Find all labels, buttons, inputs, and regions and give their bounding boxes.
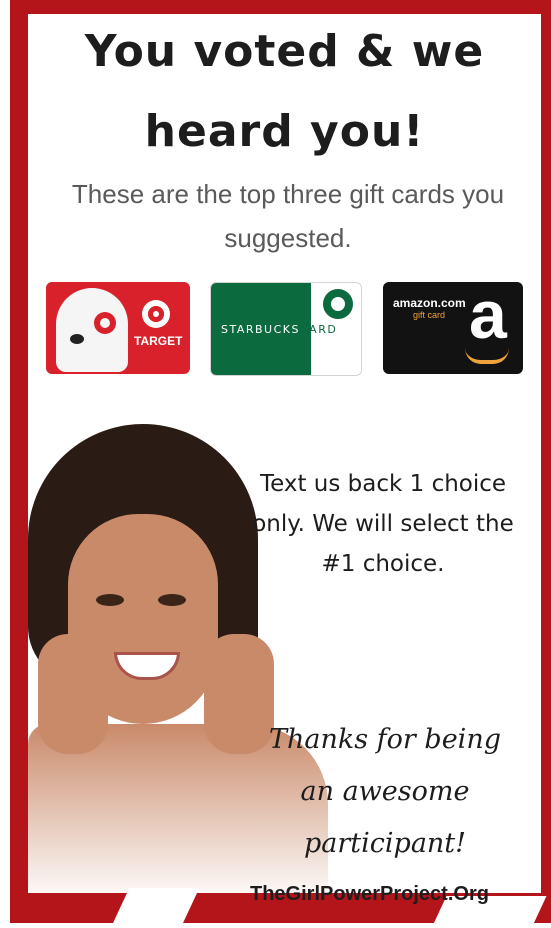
photo-eye-right: [158, 594, 186, 606]
frame-right: [541, 0, 551, 900]
starbucks-label-white: STARBUCKS: [221, 323, 300, 336]
starbucks-label: STARBUCKSCARD: [221, 323, 337, 336]
frame-top: [10, 0, 551, 14]
target-gift-card: TARGET: [46, 282, 190, 374]
photo-hand-left: [38, 634, 108, 754]
subtitle: These are the top three gift cards you s…: [71, 179, 505, 253]
footer-website[interactable]: TheGirlPowerProject.Org: [250, 883, 489, 906]
headline-line-2: heard you!: [144, 106, 425, 157]
frame-left: [10, 0, 28, 905]
target-dog-nose-icon: [70, 334, 84, 344]
starbucks-gift-card: STARBUCKSCARD: [210, 282, 362, 376]
amazon-gift-card: amazon.com gift card a: [383, 282, 523, 374]
target-dog-eye-icon: [94, 312, 116, 334]
target-label: TARGET: [134, 334, 183, 348]
thanks-text: Thanks for being an awesome participant!: [269, 724, 501, 859]
target-dog-icon: [56, 288, 128, 372]
amazon-sub-label: gift card: [413, 310, 446, 320]
amazon-smile-icon: [465, 348, 509, 364]
target-bullseye-icon: [142, 300, 170, 328]
amazon-label: amazon.com: [393, 296, 466, 310]
call-to-action-text: Text us back 1 choice only. We will sele…: [252, 471, 514, 577]
starbucks-label-green: CARD: [300, 323, 338, 336]
starbucks-siren-icon: [323, 289, 353, 319]
photo-eye-left: [96, 594, 124, 606]
amazon-a-logo-icon: a: [469, 282, 507, 353]
poster: You voted & we heard you! These are the …: [28, 14, 541, 893]
headline-line-1: You voted & we: [84, 26, 485, 77]
